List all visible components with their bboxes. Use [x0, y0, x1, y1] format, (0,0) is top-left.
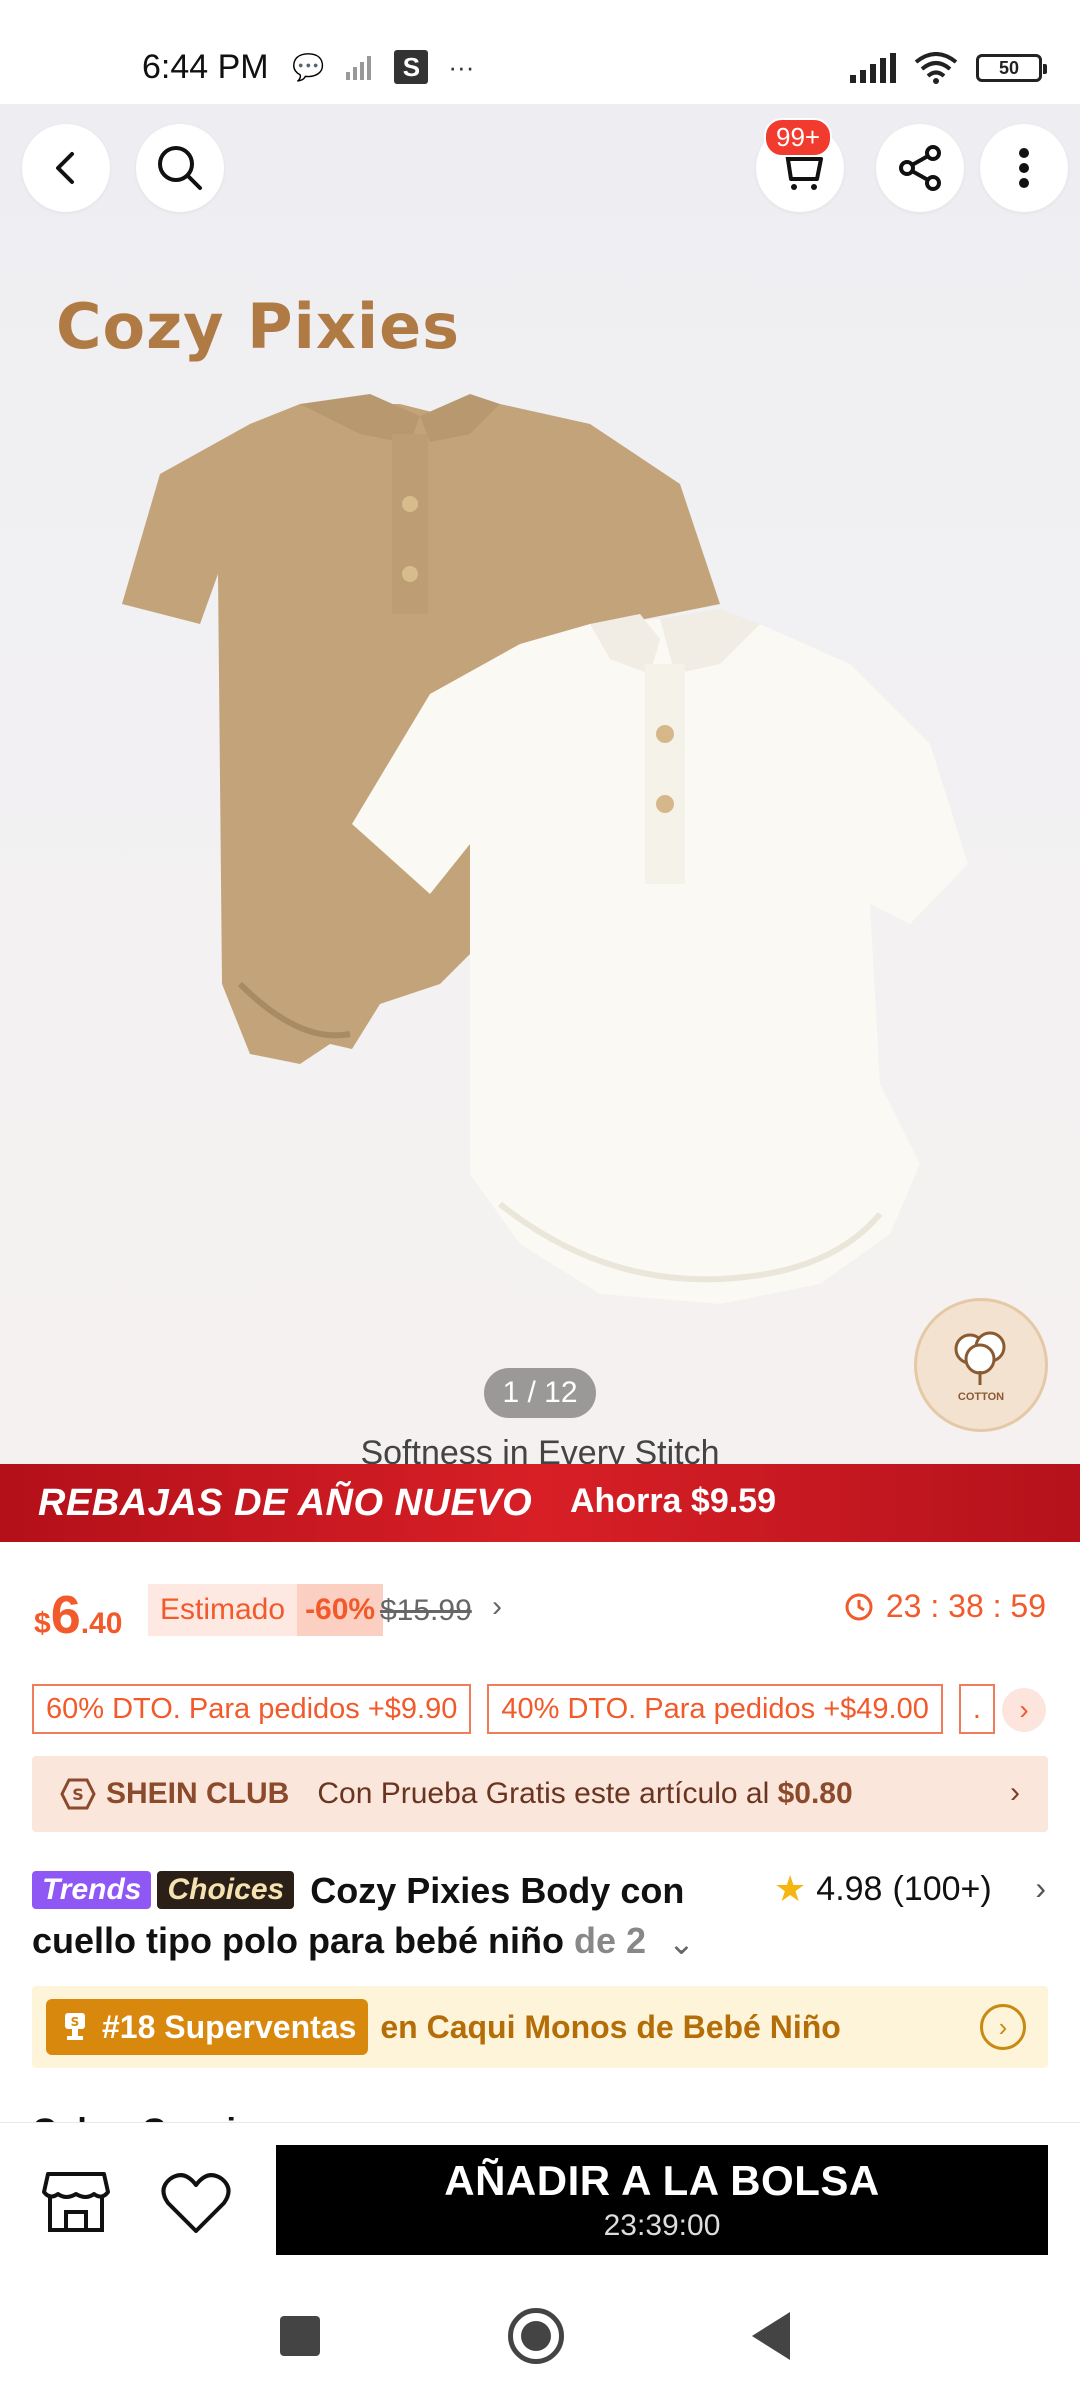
- promo-banner[interactable]: REBAJAS DE AÑO NUEVO Ahorra $9.59: [0, 1464, 1080, 1542]
- product-title[interactable]: Trends Choices Cozy Pixies Body con cuell…: [32, 1866, 762, 1966]
- club-text: Con Prueba Gratis este artículo al $0.80: [317, 1777, 852, 1811]
- favorite-button[interactable]: [156, 2167, 236, 2239]
- coupon-list: 60% DTO. Para pedidos +$9.90 40% DTO. Pa…: [32, 1684, 995, 1734]
- product-gallery[interactable]: 99+ Cozy Pixies 1 / 12 COTTON Softness i…: [0, 104, 1080, 1464]
- star-icon: ★: [774, 1868, 807, 1909]
- promo-title: REBAJAS DE AÑO NUEVO: [38, 1482, 533, 1524]
- trophy-icon: S: [65, 2013, 85, 2040]
- no-signal-icon: [346, 56, 372, 80]
- svg-text:S: S: [72, 1785, 84, 1804]
- store-icon: [42, 2172, 110, 2232]
- cotton-plant-icon: [954, 1331, 1006, 1385]
- add-to-bag-label: AÑADIR A LA BOLSA: [444, 2157, 880, 2204]
- coupon-item[interactable]: 60% DTO. Para pedidos +$9.90: [32, 1684, 472, 1734]
- system-icons: 50: [848, 52, 1047, 84]
- add-to-bag-countdown: 23:39:00: [603, 2209, 721, 2242]
- club-diamond-icon: S: [60, 1778, 96, 1810]
- heart-icon: [161, 2173, 231, 2233]
- estimate-tag: Estimado -60%: [148, 1584, 384, 1636]
- signal-icon: [850, 53, 896, 83]
- shein-club-banner[interactable]: S SHEIN CLUB Con Prueba Gratis este artí…: [32, 1756, 1048, 1832]
- chat-bubble-icon: 💬: [292, 51, 325, 82]
- battery-level: 50: [998, 57, 1020, 78]
- club-name: SHEIN CLUB: [106, 1777, 290, 1810]
- coupon-item[interactable]: .: [958, 1684, 995, 1734]
- add-to-bag-button[interactable]: AÑADIR A LA BOLSA 23:39:00: [276, 2145, 1048, 2255]
- color-section-title: Color: Caqui: [32, 2112, 236, 2122]
- rating-count: (100+): [892, 1869, 992, 1908]
- club-offer-text: Con Prueba Gratis este artículo al: [317, 1777, 778, 1810]
- chevron-right-icon: ›: [1019, 1694, 1029, 1725]
- timer-value: 23 : 38 : 59: [885, 1588, 1046, 1624]
- battery-icon: 50: [976, 54, 1047, 82]
- bottom-action-bar: AÑADIR A LA BOLSA 23:39:00: [0, 2122, 1080, 2272]
- chevron-right-icon: ›: [1010, 1776, 1020, 1809]
- rating[interactable]: ★ 4.98 (100+): [774, 1868, 992, 1910]
- clock-icon: [845, 1593, 873, 1620]
- product-title-fade: de 2: [564, 1920, 647, 1961]
- sale-price: $6.40: [34, 1584, 122, 1646]
- countdown-timer: 23 : 38 : 59: [844, 1588, 1046, 1625]
- system-nav-bar: [0, 2272, 1080, 2400]
- image-counter: 1 / 12: [484, 1368, 596, 1418]
- choices-tag: Choices: [157, 1871, 295, 1909]
- trends-tag: Trends: [32, 1871, 152, 1909]
- chevron-right-icon[interactable]: ›: [492, 1590, 502, 1624]
- cotton-label: COTTON: [957, 1391, 1005, 1403]
- bestseller-tag: S #18 Superventas: [46, 1999, 369, 2055]
- bestseller-banner[interactable]: S #18 Superventas en Caqui Monos de Bebé…: [32, 1986, 1048, 2068]
- coupon-item[interactable]: 40% DTO. Para pedidos +$49.00: [487, 1684, 943, 1734]
- bestseller-category: en Caqui Monos de Bebé Niño: [380, 2008, 841, 2045]
- shein-club-logo: S SHEIN CLUB: [60, 1777, 289, 1811]
- price-integer: 6: [50, 1585, 81, 1645]
- chevron-right-icon: ›: [980, 2004, 1026, 2050]
- back-nav-button[interactable]: [752, 2312, 790, 2360]
- promo-saving: Ahorra $9.59: [570, 1482, 776, 1520]
- expand-title-icon[interactable]: ⌄: [668, 1924, 695, 1962]
- wifi-icon: [914, 52, 958, 84]
- store-button[interactable]: [36, 2167, 116, 2239]
- club-price: $0.80: [777, 1777, 853, 1810]
- discount-percent: -60%: [297, 1584, 384, 1636]
- estimate-label: Estimado: [160, 1593, 286, 1626]
- price-currency: $: [34, 1607, 51, 1640]
- status-bar: 6:44 PM 💬 S ··· 50: [0, 0, 1080, 104]
- original-price[interactable]: $15.99: [380, 1594, 472, 1628]
- price-decimal: .40: [80, 1607, 123, 1640]
- recents-button[interactable]: [280, 2316, 320, 2356]
- shein-s-icon: S: [394, 50, 429, 84]
- cotton-badge: COTTON: [914, 1298, 1048, 1432]
- status-time: 6:44 PM: [142, 48, 269, 86]
- notification-icons: 💬 S ···: [292, 50, 474, 84]
- home-button[interactable]: [508, 2308, 564, 2364]
- product-image: [122, 394, 968, 1304]
- bestseller-rank: #18 Superventas: [102, 2008, 357, 2045]
- rating-value: 4.98: [816, 1869, 883, 1908]
- more-dots-icon: ···: [448, 51, 475, 82]
- coupons-more-button[interactable]: ›: [1002, 1688, 1046, 1732]
- svg-text:S: S: [71, 2015, 80, 2029]
- gallery-caption: Softness in Every Stitch: [360, 1434, 720, 1464]
- chevron-right-icon[interactable]: ›: [1035, 1870, 1046, 1907]
